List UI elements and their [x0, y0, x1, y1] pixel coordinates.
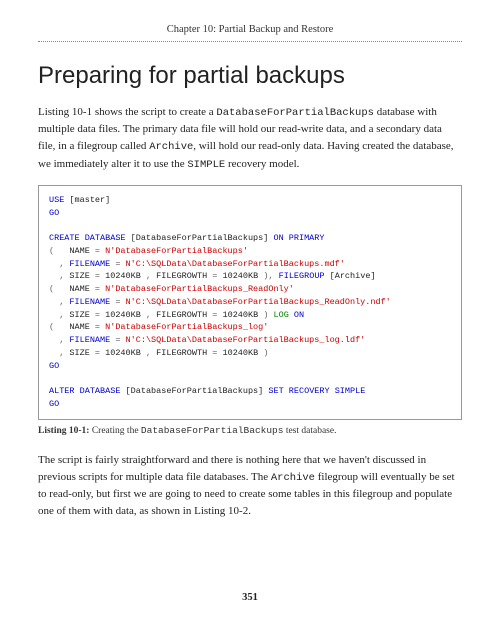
kw: GO	[49, 399, 59, 409]
tok: NAME	[54, 322, 95, 332]
tok	[49, 271, 59, 281]
kw: GO	[49, 361, 59, 371]
kw: RECOVERY	[284, 386, 330, 396]
tok: [master]	[64, 195, 110, 205]
kw: ON	[273, 233, 283, 243]
listing-caption: Listing 10-1: Creating the DatabaseForPa…	[38, 425, 462, 436]
listing-label: Listing 10-1:	[38, 426, 89, 436]
tok: FILEGROWTH	[151, 310, 212, 320]
kw: SIMPLE	[330, 386, 366, 396]
code-listing: USE [master] GO CREATE DATABASE [Databas…	[38, 185, 462, 420]
tok: 10240KB	[100, 348, 146, 358]
intro-t4: recovery model.	[225, 158, 299, 170]
str: N'DatabaseForPartialBackups_log'	[100, 322, 268, 332]
kw: LOG	[268, 310, 288, 320]
tok: 10240KB	[100, 271, 146, 281]
tok: 10240KB	[100, 310, 146, 320]
tok	[49, 348, 59, 358]
tok: [Archive]	[325, 271, 376, 281]
tok: SIZE	[64, 271, 95, 281]
punct: ),	[263, 271, 273, 281]
kw: CREATE	[49, 233, 80, 243]
listing-t2: test database.	[283, 426, 336, 436]
section-title: Preparing for partial backups	[38, 62, 462, 90]
tok: NAME	[54, 284, 95, 294]
str: N'C:\SQLData\DatabaseForPartialBackups_R…	[120, 297, 390, 307]
listing-db: DatabaseForPartialBackups	[141, 425, 284, 436]
tok: 10240KB	[217, 271, 263, 281]
str: N'DatabaseForPartialBackups_ReadOnly'	[100, 284, 294, 294]
tok: SIZE	[64, 348, 95, 358]
kw: FILENAME	[64, 335, 115, 345]
tok: 10240KB	[217, 348, 263, 358]
tok	[49, 259, 59, 269]
kw: FILEGROUP	[274, 271, 325, 281]
intro-db: DatabaseForPartialBackups	[216, 107, 374, 119]
page-number: 351	[0, 592, 500, 603]
tok	[49, 310, 59, 320]
outro-fg: Archive	[271, 472, 315, 484]
punct: )	[263, 348, 268, 358]
listing-t1: Creating the	[89, 426, 140, 436]
tok	[49, 335, 59, 345]
kw: USE	[49, 195, 64, 205]
kw: DATABASE	[75, 386, 121, 396]
str: N'C:\SQLData\DatabaseForPartialBackups.m…	[120, 259, 344, 269]
kw: FILENAME	[64, 259, 115, 269]
intro-fg: Archive	[149, 141, 193, 153]
tok: [DatabaseForPartialBackups]	[126, 233, 274, 243]
intro-paragraph: Listing 10-1 shows the script to create …	[38, 104, 462, 173]
tok: NAME	[54, 246, 95, 256]
kw: FILENAME	[64, 297, 115, 307]
kw: ON	[289, 310, 304, 320]
tok: SIZE	[64, 310, 95, 320]
kw: PRIMARY	[284, 233, 325, 243]
tok: FILEGROWTH	[151, 271, 212, 281]
kw: GO	[49, 208, 59, 218]
tok: 10240KB	[217, 310, 263, 320]
kw: DATABASE	[80, 233, 126, 243]
tok: FILEGROWTH	[151, 348, 212, 358]
str: N'DatabaseForPartialBackups'	[100, 246, 248, 256]
str: N'C:\SQLData\DatabaseForPartialBackups_l…	[120, 335, 365, 345]
intro-t1: Listing 10-1 shows the script to create …	[38, 106, 216, 118]
kw: ALTER	[49, 386, 75, 396]
outro-paragraph: The script is fairly straightforward and…	[38, 452, 462, 520]
kw: SET	[268, 386, 283, 396]
tok	[49, 297, 59, 307]
intro-rm: SIMPLE	[187, 159, 225, 171]
chapter-header: Chapter 10: Partial Backup and Restore	[38, 24, 462, 42]
tok: [DatabaseForPartialBackups]	[120, 386, 268, 396]
